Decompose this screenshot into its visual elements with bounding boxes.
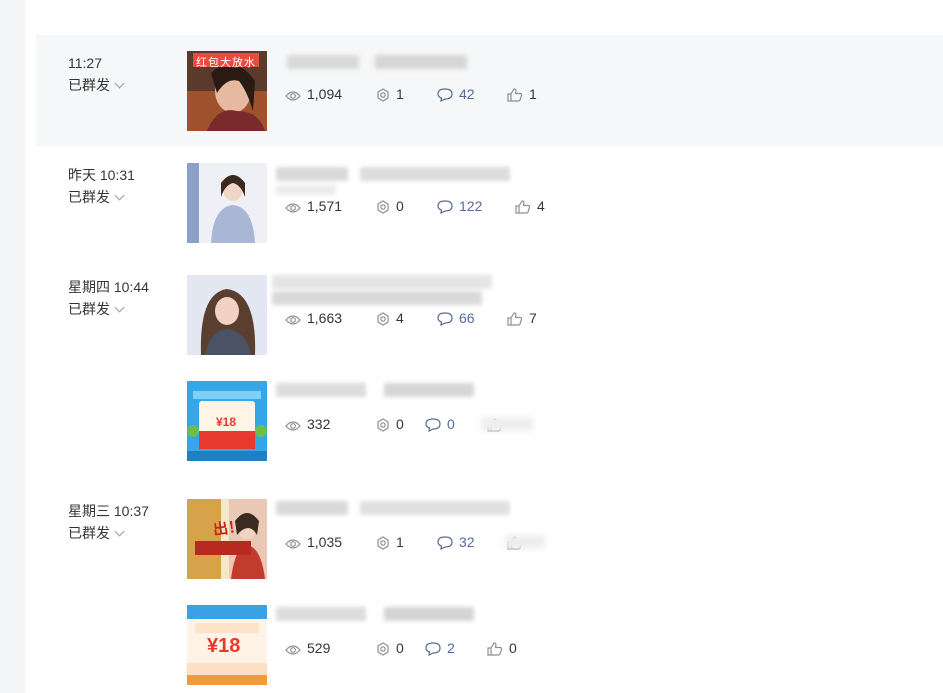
thumbs-up-icon <box>515 200 531 214</box>
thumbs-up-icon <box>507 88 523 102</box>
share-icon <box>377 88 389 102</box>
post-time: 星期三 10:37 <box>68 503 149 519</box>
stat-views: 1,663 <box>285 309 342 327</box>
poster-thumbnail-icon <box>187 499 267 579</box>
chevron-down-icon <box>114 526 125 537</box>
stat-views: 332 <box>285 415 330 433</box>
post-title-redacted[interactable] <box>276 167 521 195</box>
post-time: 星期四 10:44 <box>68 279 149 295</box>
stat-comments: 2 <box>425 639 455 657</box>
eye-icon <box>285 645 301 655</box>
stat-shares: 1 <box>376 533 404 551</box>
thumbs-up-icon <box>487 642 503 656</box>
post-title-redacted[interactable] <box>276 607 486 623</box>
stat-likes: 4 <box>515 197 545 215</box>
post-row[interactable]: 星期四 10:44 已群发 1,663 4 66 7 <box>36 259 943 371</box>
post-row[interactable]: 11:27 已群发 红包大放水 1,094 1 42 1 <box>36 35 943 146</box>
woman-portrait-thumbnail-icon <box>187 275 267 355</box>
eye-icon <box>285 91 301 101</box>
thumbnail-caption: ¥18 <box>216 415 237 429</box>
stat-shares: 0 <box>376 197 404 215</box>
comment-icon <box>437 312 453 326</box>
post-thumbnail[interactable]: 出！ <box>187 499 267 579</box>
chevron-down-icon <box>114 190 125 201</box>
eye-icon <box>285 203 301 213</box>
thumbs-up-icon <box>507 312 523 326</box>
chevron-down-icon <box>114 78 125 89</box>
post-thumbnail[interactable]: ¥18 <box>187 381 267 461</box>
comment-icon <box>425 642 441 656</box>
stat-comments: 66 <box>437 309 475 327</box>
redaction-smudge <box>481 417 533 431</box>
post-time: 昨天 10:31 <box>68 167 135 183</box>
post-thumbnail[interactable]: ¥18 <box>187 605 267 685</box>
eye-icon <box>285 421 301 431</box>
eye-icon <box>285 315 301 325</box>
stat-comments: 42 <box>437 85 475 103</box>
woman-portrait-thumbnail-icon <box>187 163 267 243</box>
comment-icon <box>437 536 453 550</box>
chevron-down-icon <box>114 302 125 313</box>
stat-shares: 0 <box>376 415 404 433</box>
stat-likes: 7 <box>507 309 537 327</box>
stat-shares: 1 <box>376 85 404 103</box>
post-row[interactable]: ¥18 529 0 2 0 <box>36 589 943 693</box>
stat-comments: 0 <box>425 415 455 433</box>
post-title-redacted[interactable] <box>272 275 517 305</box>
status-dropdown[interactable]: 已群发 <box>68 525 125 541</box>
share-icon <box>377 200 389 214</box>
post-row[interactable]: 星期三 10:37 已群发 出！ 1,035 1 32 <box>36 483 943 595</box>
status-label: 已群发 <box>68 77 110 93</box>
stat-likes: 1 <box>507 85 537 103</box>
comment-icon <box>437 88 453 102</box>
post-title-redacted[interactable] <box>287 55 477 71</box>
stat-shares: 4 <box>376 309 404 327</box>
left-sidebar-rail <box>0 0 25 693</box>
status-label: 已群发 <box>68 301 110 317</box>
stat-comments: 122 <box>437 197 482 215</box>
post-thumbnail[interactable]: 红包大放水 <box>187 51 267 131</box>
stat-views: 529 <box>285 639 330 657</box>
post-row[interactable]: 昨天 10:31 已群发 1,571 0 122 4 <box>36 147 943 259</box>
stat-views: 1,094 <box>285 85 342 103</box>
thumbnail-caption: 红包大放水 <box>196 56 256 69</box>
post-title-redacted[interactable] <box>276 501 521 517</box>
post-thumbnail[interactable] <box>187 163 267 243</box>
share-icon <box>377 642 389 656</box>
stat-likes: 0 <box>487 639 517 657</box>
thumbnail-caption: 出！ <box>212 517 245 539</box>
post-thumbnail[interactable] <box>187 275 267 355</box>
stat-shares: 0 <box>376 639 404 657</box>
status-label: 已群发 <box>68 525 110 541</box>
share-icon <box>377 312 389 326</box>
status-dropdown[interactable]: 已群发 <box>68 189 125 205</box>
stat-comments: 32 <box>437 533 475 551</box>
status-dropdown[interactable]: 已群发 <box>68 77 125 93</box>
comment-icon <box>437 200 453 214</box>
status-dropdown[interactable]: 已群发 <box>68 301 125 317</box>
post-time: 11:27 <box>68 55 102 71</box>
stat-views: 1,035 <box>285 533 342 551</box>
share-icon <box>377 418 389 432</box>
share-icon <box>377 536 389 550</box>
post-row[interactable]: ¥18 332 0 0 <box>36 365 943 477</box>
redaction-smudge <box>505 535 545 549</box>
comment-icon <box>425 418 441 432</box>
eye-icon <box>285 539 301 549</box>
stat-views: 1,571 <box>285 197 342 215</box>
status-label: 已群发 <box>68 189 110 205</box>
post-title-redacted[interactable] <box>276 383 486 399</box>
thumbnail-caption: ¥18 <box>207 635 241 657</box>
